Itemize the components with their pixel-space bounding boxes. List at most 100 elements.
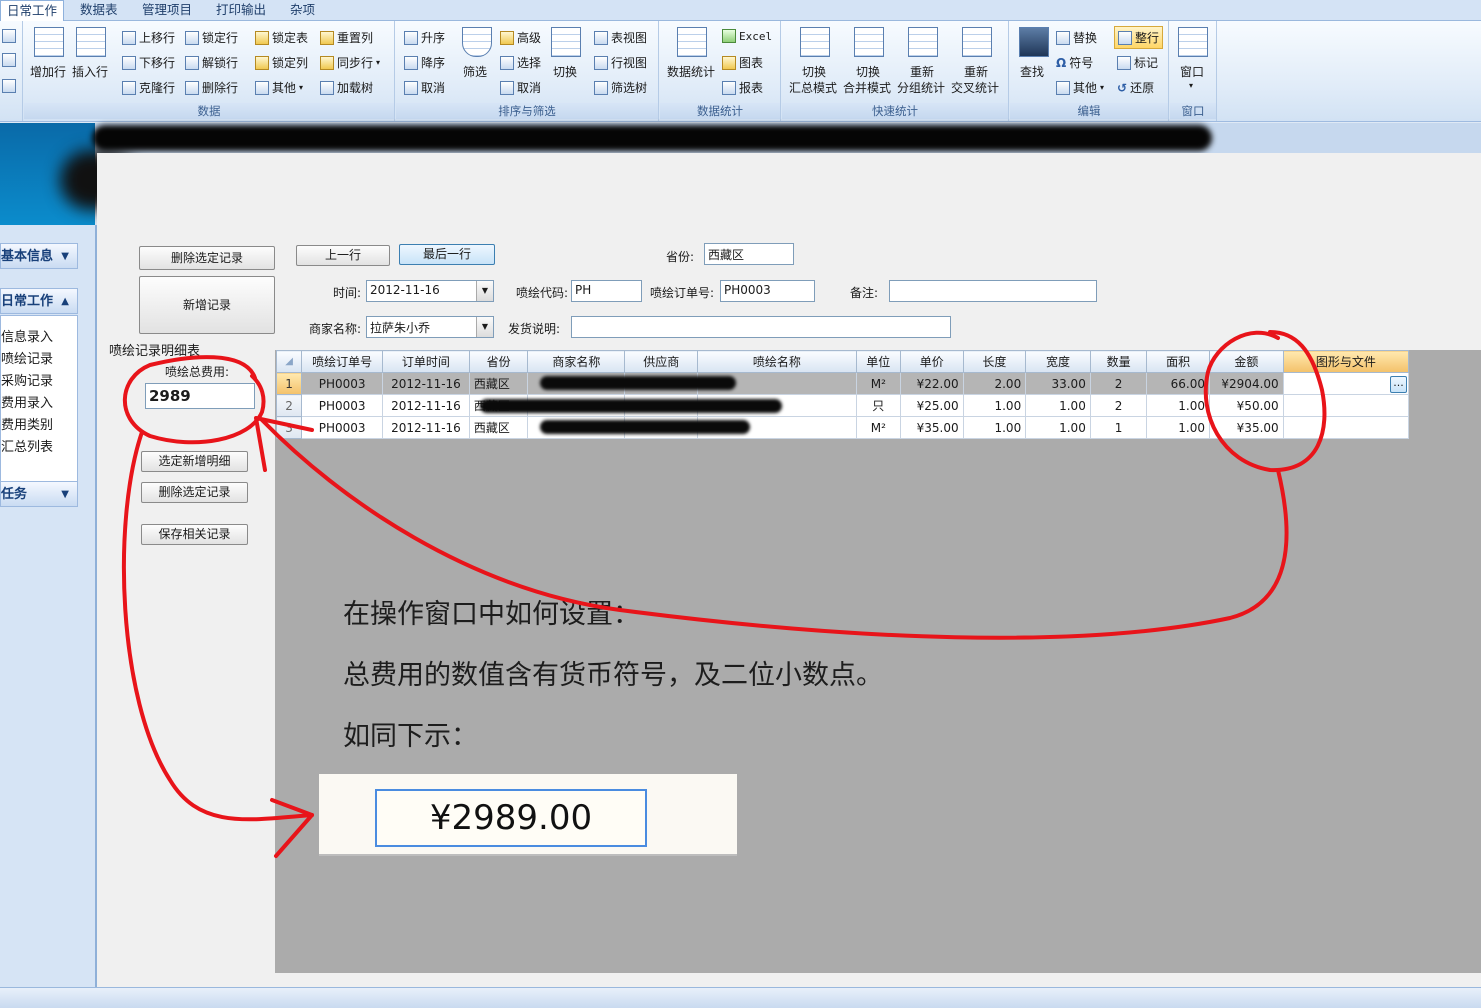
- sort-desc-button[interactable]: 降序: [404, 54, 445, 71]
- col-header-order[interactable]: 喷绘订单号: [301, 350, 384, 373]
- shipping-note-field[interactable]: [571, 316, 951, 338]
- merge-mode-button[interactable]: 合并模式: [843, 79, 891, 96]
- delete-selected-detail-button[interactable]: 删除选定记录: [141, 482, 248, 503]
- cell-unit[interactable]: 只: [855, 394, 902, 417]
- cell-unit-price[interactable]: ¥35.00: [900, 416, 964, 439]
- nav-item-info-entry[interactable]: 信息录入: [1, 326, 53, 345]
- last-row-button[interactable]: 最后一行: [399, 244, 495, 265]
- find-button[interactable]: 查找: [1020, 63, 1044, 80]
- regroup-label[interactable]: 重新: [910, 63, 934, 80]
- wrap-row-button[interactable]: 整行: [1114, 26, 1164, 49]
- dropdown-arrow-icon[interactable]: ▼: [476, 317, 493, 337]
- window-button[interactable]: 窗口: [1180, 63, 1204, 80]
- nav-section-basic-info[interactable]: 基本信息 ▼: [0, 243, 78, 269]
- filter-cancel-button[interactable]: 取消: [500, 79, 541, 96]
- col-header-merchant[interactable]: 商家名称: [527, 350, 626, 373]
- print-code-field[interactable]: PH: [571, 280, 642, 302]
- grid-corner[interactable]: ◢: [275, 350, 303, 373]
- tab-manage-project[interactable]: 管理项目: [142, 0, 192, 20]
- replace-button[interactable]: 替换: [1056, 29, 1097, 46]
- dropdown-arrow-icon[interactable]: ▼: [476, 281, 493, 301]
- cell-amount[interactable]: ¥50.00: [1208, 394, 1284, 417]
- nav-item-purchase-records[interactable]: 采购记录: [1, 370, 53, 389]
- tab-daily-work[interactable]: 日常工作: [0, 0, 65, 22]
- copy-icon[interactable]: [2, 79, 16, 93]
- reset-column-button[interactable]: 重置列: [320, 29, 373, 46]
- cell-date[interactable]: 2012-11-16: [382, 372, 470, 395]
- col-header-unit[interactable]: 单位: [855, 350, 902, 373]
- sort-asc-button[interactable]: 升序: [404, 29, 445, 46]
- lock-column-button[interactable]: 锁定列: [255, 54, 308, 71]
- cell-unit[interactable]: M²: [855, 372, 902, 395]
- col-header-province[interactable]: 省份: [468, 350, 529, 373]
- nav-item-expense-category[interactable]: 费用类别: [1, 414, 53, 433]
- cell-quantity[interactable]: 1: [1089, 416, 1148, 439]
- previous-row-button[interactable]: 上一行: [296, 245, 390, 266]
- mark-button[interactable]: 标记: [1117, 54, 1158, 71]
- lock-table-button[interactable]: 锁定表: [255, 29, 308, 46]
- new-record-button[interactable]: 新增记录: [139, 276, 275, 334]
- toggle-summary-label[interactable]: 切换: [802, 63, 826, 80]
- cell-date[interactable]: 2012-11-16: [382, 416, 470, 439]
- sync-row-button[interactable]: 同步行 ▾: [320, 54, 380, 71]
- cell-unit[interactable]: M²: [855, 416, 902, 439]
- data-stats-button[interactable]: 数据统计: [667, 63, 715, 80]
- cut-icon[interactable]: [2, 53, 16, 67]
- nav-section-daily-work[interactable]: 日常工作 ▲: [0, 288, 78, 314]
- group-stats-button[interactable]: 分组统计: [897, 79, 945, 96]
- cell-length[interactable]: 1.00: [962, 394, 1027, 417]
- move-down-button[interactable]: 下移行: [122, 54, 175, 71]
- lock-row-button[interactable]: 锁定行: [185, 29, 238, 46]
- province-field[interactable]: 西藏区: [704, 243, 794, 265]
- advanced-filter-button[interactable]: 高级: [500, 29, 541, 46]
- order-number-field[interactable]: PH0003: [720, 280, 815, 302]
- cell-width[interactable]: 1.00: [1025, 394, 1091, 417]
- nav-item-summary-list[interactable]: 汇总列表: [1, 436, 53, 455]
- col-header-quantity[interactable]: 数量: [1089, 350, 1148, 373]
- sort-cancel-button[interactable]: 取消: [404, 79, 445, 96]
- table-row[interactable]: 1 PH0003 2012-11-16 西藏区 M² ¥22.00 2.00 3…: [275, 372, 1410, 395]
- restore-button[interactable]: ↺ 还原: [1117, 79, 1154, 96]
- cell-area[interactable]: 1.00: [1146, 416, 1210, 439]
- col-header-date[interactable]: 订单时间: [382, 350, 470, 373]
- remark-field[interactable]: [889, 280, 1097, 302]
- delete-row-button[interactable]: 删除行: [185, 79, 238, 96]
- move-up-button[interactable]: 上移行: [122, 29, 175, 46]
- other-button[interactable]: 其他 ▾: [255, 79, 303, 96]
- recross-label[interactable]: 重新: [964, 63, 988, 80]
- cell-date[interactable]: 2012-11-16: [382, 394, 470, 417]
- col-header-supplier[interactable]: 供应商: [624, 350, 699, 373]
- total-cost-field[interactable]: 2989: [145, 383, 255, 409]
- cell-width[interactable]: 33.00: [1025, 372, 1091, 395]
- nav-item-expense-entry[interactable]: 费用录入: [1, 392, 53, 411]
- unlock-row-button[interactable]: 解锁行: [185, 54, 238, 71]
- cell-quantity[interactable]: 2: [1089, 394, 1148, 417]
- cell-order[interactable]: PH0003: [301, 394, 384, 417]
- nav-item-print-records[interactable]: 喷绘记录: [1, 348, 53, 367]
- symbol-button[interactable]: Ω 符号: [1056, 54, 1093, 71]
- summary-mode-button[interactable]: 汇总模式: [789, 79, 837, 96]
- cell-files[interactable]: ...: [1282, 372, 1410, 395]
- save-records-button[interactable]: 保存相关记录: [141, 524, 248, 545]
- row-number[interactable]: 1: [275, 372, 303, 395]
- cell-unit-price[interactable]: ¥22.00: [900, 372, 964, 395]
- col-header-amount[interactable]: 金额: [1208, 350, 1284, 373]
- cell-area[interactable]: 66.00: [1146, 372, 1210, 395]
- row-view-button[interactable]: 行视图: [594, 54, 647, 71]
- table-view-button[interactable]: 表视图: [594, 29, 647, 46]
- insert-row-button[interactable]: 插入行: [72, 63, 108, 80]
- cell-files[interactable]: [1282, 394, 1410, 417]
- paste-icon[interactable]: [2, 29, 16, 43]
- row-number[interactable]: 3: [275, 416, 303, 439]
- filter-button[interactable]: 筛选: [463, 63, 487, 80]
- time-picker[interactable]: 2012-11-16 ▼: [366, 280, 494, 302]
- add-selected-detail-button[interactable]: 选定新增明细: [141, 451, 248, 472]
- cell-order[interactable]: PH0003: [301, 372, 384, 395]
- select-filter-button[interactable]: 选择: [500, 54, 541, 71]
- clone-row-button[interactable]: 克隆行: [122, 79, 175, 96]
- toggle-button[interactable]: 切换: [553, 63, 577, 80]
- table-row[interactable]: 3 PH0003 2012-11-16 西藏区 M² ¥35.00 1.00 1…: [275, 416, 1410, 439]
- cell-amount[interactable]: ¥2904.00: [1208, 372, 1284, 395]
- col-header-area[interactable]: 面积: [1146, 350, 1210, 373]
- cell-area[interactable]: 1.00: [1146, 394, 1210, 417]
